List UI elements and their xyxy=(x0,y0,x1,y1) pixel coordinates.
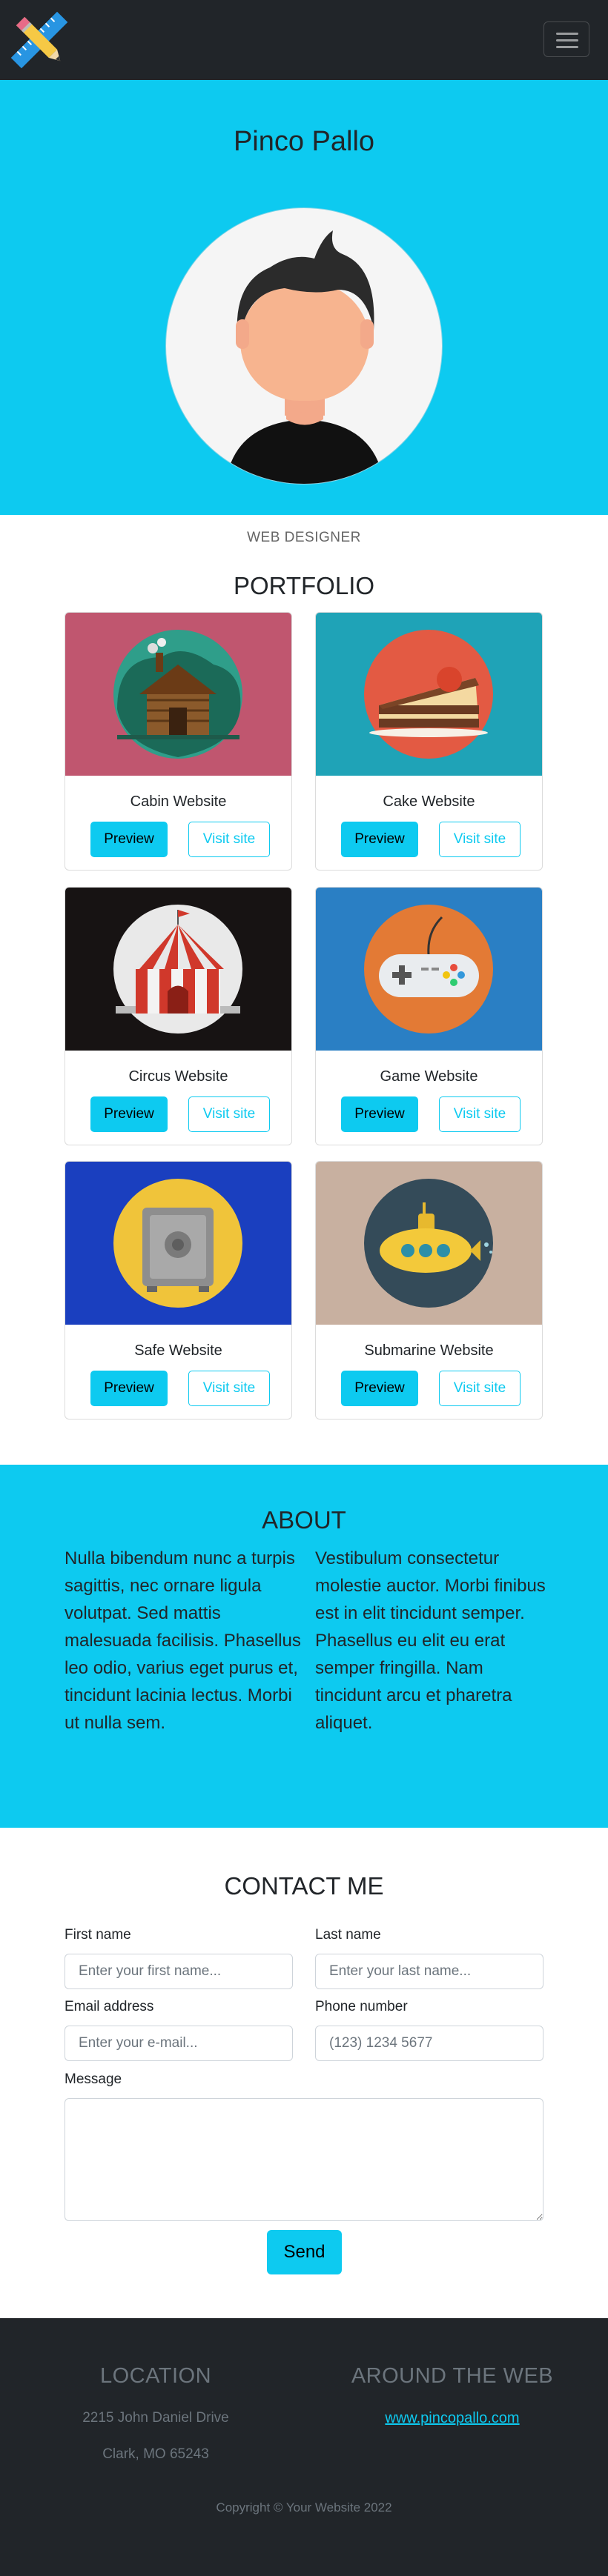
about-text-right: Vestibulum consectetur molestie auctor. … xyxy=(315,1548,546,1733)
about-title: ABOUT xyxy=(262,1506,346,1534)
location-title: LOCATION xyxy=(99,2364,212,2388)
visit-site-button[interactable]: Visit site xyxy=(439,1096,521,1132)
preview-button[interactable]: Preview xyxy=(90,1371,168,1406)
safe-icon[interactable] xyxy=(65,1162,291,1325)
contact-title: CONTACT ME xyxy=(224,1872,384,1900)
card-title: Game Website xyxy=(380,1068,478,1085)
hamburger-icon xyxy=(556,39,578,41)
around-the-web-title: AROUND THE WEB xyxy=(351,2364,554,2388)
copyright: Copyright © Your Website 2022 xyxy=(216,2500,392,2515)
footer: LOCATION 2215 John Daniel Drive Clark, M… xyxy=(0,2318,608,2576)
preview-button[interactable]: Preview xyxy=(341,1371,418,1406)
portfolio-card: Game Website Preview Visit site xyxy=(315,887,543,1145)
preview-button[interactable]: Preview xyxy=(90,1096,168,1132)
portfolio-card: Cake Website Preview Visit site xyxy=(315,612,543,871)
man-avatar-icon xyxy=(165,207,443,485)
navbar-toggle-button[interactable] xyxy=(543,21,589,57)
message-textarea[interactable] xyxy=(65,2098,543,2221)
address-line-2: Clark, MO 65243 xyxy=(102,2446,209,2462)
last-name-label: Last name xyxy=(315,1927,381,1943)
cake-icon[interactable] xyxy=(316,613,542,776)
visit-site-button[interactable]: Visit site xyxy=(188,822,270,857)
website-link[interactable]: www.pincopallo.com xyxy=(297,2410,608,2427)
card-title: Cabin Website xyxy=(130,793,227,810)
pencil-ruler-cross-icon[interactable] xyxy=(9,9,70,71)
game-controller-icon[interactable] xyxy=(316,888,542,1051)
first-name-label: First name xyxy=(65,1927,131,1943)
send-button[interactable]: Send xyxy=(267,2230,342,2274)
preview-button[interactable]: Preview xyxy=(90,822,168,857)
submarine-icon[interactable] xyxy=(316,1162,542,1325)
address-line-1: 2215 John Daniel Drive xyxy=(82,2410,229,2426)
email-label: Email address xyxy=(65,1999,154,2014)
portfolio-title: PORTFOLIO xyxy=(233,572,375,599)
hamburger-icon xyxy=(556,46,578,48)
portfolio-card: Circus Website Preview Visit site xyxy=(65,887,292,1145)
phone-label: Phone number xyxy=(315,1999,408,2014)
card-title: Circus Website xyxy=(128,1068,228,1085)
phone-input[interactable] xyxy=(315,2026,543,2061)
about-text-left: Nulla bibendum nunc a turpis sagittis, n… xyxy=(65,1548,301,1733)
preview-button[interactable]: Preview xyxy=(341,1096,418,1132)
preview-button[interactable]: Preview xyxy=(341,822,418,857)
hero-section: Pinco Pallo WEB DESIGNER xyxy=(0,80,608,545)
page: Pinco Pallo WEB DESIGNER PORTFOLIO Cabin… xyxy=(0,0,608,2576)
message-label: Message xyxy=(65,2071,122,2087)
portfolio-card: Safe Website Preview Visit site xyxy=(65,1161,292,1420)
hamburger-icon xyxy=(556,33,578,35)
visit-site-button[interactable]: Visit site xyxy=(188,1371,270,1406)
card-title: Safe Website xyxy=(134,1342,222,1359)
visit-site-button[interactable]: Visit site xyxy=(439,822,521,857)
card-title: Cake Website xyxy=(383,793,475,810)
portfolio-card: Submarine Website Preview Visit site xyxy=(315,1161,543,1420)
card-title: Submarine Website xyxy=(364,1342,494,1359)
about-section: ABOUT Nulla bibendum nunc a turpis sagit… xyxy=(0,1465,608,1828)
hero-title: Pinco Pallo xyxy=(233,126,375,157)
circus-tent-icon[interactable] xyxy=(65,888,291,1051)
visit-site-button[interactable]: Visit site xyxy=(439,1371,521,1406)
email-input[interactable] xyxy=(65,2026,293,2061)
visit-site-button[interactable]: Visit site xyxy=(188,1096,270,1132)
last-name-input[interactable] xyxy=(315,1954,543,1989)
portfolio-card: Cabin Website Preview Visit site xyxy=(65,612,292,871)
cabin-icon[interactable] xyxy=(65,613,291,776)
first-name-input[interactable] xyxy=(65,1954,293,1989)
hero-subtitle: WEB DESIGNER xyxy=(247,530,361,545)
navbar xyxy=(0,0,608,80)
